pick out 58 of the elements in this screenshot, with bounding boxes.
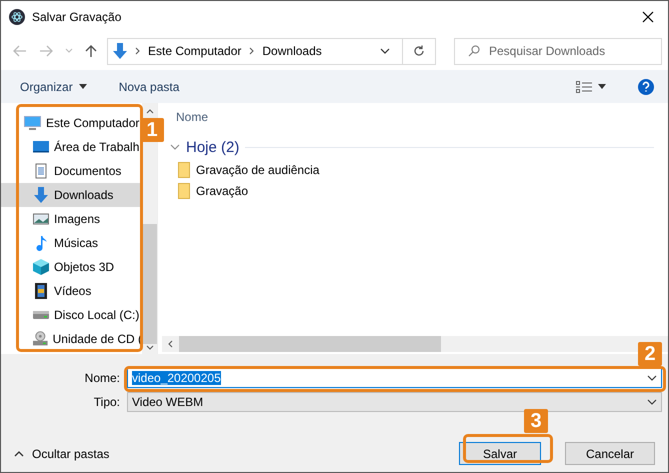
sidebar-item[interactable]: Área de Trabalh — [1, 135, 142, 159]
chevron-right-icon — [135, 47, 140, 55]
group-header[interactable]: Hoje (2) — [186, 138, 240, 156]
hide-folders-link[interactable]: Ocultar pastas — [32, 446, 110, 460]
search-field[interactable]: Pesquisar Downloads — [454, 38, 662, 64]
sidebar-item[interactable]: Imagens — [1, 207, 142, 231]
column-header[interactable]: Nome — [162, 103, 668, 135]
download-arrow-icon — [113, 43, 127, 59]
field-label: Nome: — [84, 371, 120, 385]
sidebar-item[interactable]: Documentos — [1, 159, 142, 183]
file-type-dropdown[interactable]: Video WEBM — [127, 392, 662, 412]
breadcrumb-item[interactable]: Downloads — [262, 44, 322, 58]
step-number-badge: 3 — [524, 409, 548, 433]
refresh-icon — [413, 45, 425, 57]
chevron-down-icon[interactable] — [380, 48, 390, 54]
step-number-badge: 2 — [638, 342, 662, 366]
caret-up-icon[interactable] — [14, 450, 24, 456]
chevron-down-icon[interactable] — [647, 399, 657, 405]
scroll-left-icon[interactable] — [168, 340, 173, 348]
search-icon — [468, 44, 480, 56]
sidebar-item[interactable]: Músicas — [1, 231, 142, 255]
folder-icon — [178, 182, 190, 198]
cancel-button[interactable]: Cancelar — [565, 442, 655, 465]
step-number-badge: 1 — [140, 118, 164, 142]
document-icon — [33, 163, 49, 179]
organize-menu-button[interactable]: Organizar — [20, 80, 73, 94]
new-folder-button[interactable]: Nova pasta — [118, 80, 180, 94]
caret-icon[interactable] — [598, 84, 606, 89]
breadcrumb-item[interactable]: Este Computador — [148, 44, 242, 58]
scroll-down-icon[interactable] — [146, 345, 154, 350]
download-arrow-icon — [33, 187, 49, 203]
cube-icon — [33, 259, 49, 275]
folder-name[interactable]: Gravação de audiência — [196, 162, 320, 176]
filename-field[interactable]: video_20200205 — [127, 368, 662, 388]
desktop-icon — [33, 139, 49, 155]
field-label: Tipo: — [92, 395, 120, 409]
up-arrow-icon[interactable] — [85, 44, 97, 58]
chevron-down-icon[interactable] — [647, 375, 657, 381]
atom-icon — [9, 8, 25, 24]
sidebar-item[interactable]: Este Computador — [1, 111, 142, 135]
caret-icon[interactable] — [78, 84, 87, 89]
sidebar-item[interactable]: Downloads — [1, 183, 142, 207]
view-options-icon[interactable] — [576, 80, 592, 92]
sidebar-item[interactable]: Objetos 3D — [1, 255, 142, 279]
sidebar-item[interactable]: Disco Local (C:) — [1, 303, 142, 327]
image-icon — [33, 211, 49, 227]
disc-drive-icon — [33, 331, 48, 347]
window-title: Salvar Gravação — [32, 10, 122, 24]
folder-icon — [178, 162, 190, 178]
sidebar-item[interactable]: Vídeos — [1, 279, 142, 303]
address-bar[interactable]: Este Computador Downloads — [107, 38, 436, 64]
close-icon[interactable] — [642, 10, 654, 22]
film-icon — [33, 283, 49, 299]
monitor-icon — [24, 116, 41, 130]
chevron-right-icon — [249, 47, 254, 55]
help-icon[interactable] — [638, 78, 654, 94]
folder-name[interactable]: Gravação — [196, 184, 248, 198]
scroll-up-icon[interactable] — [146, 109, 154, 114]
